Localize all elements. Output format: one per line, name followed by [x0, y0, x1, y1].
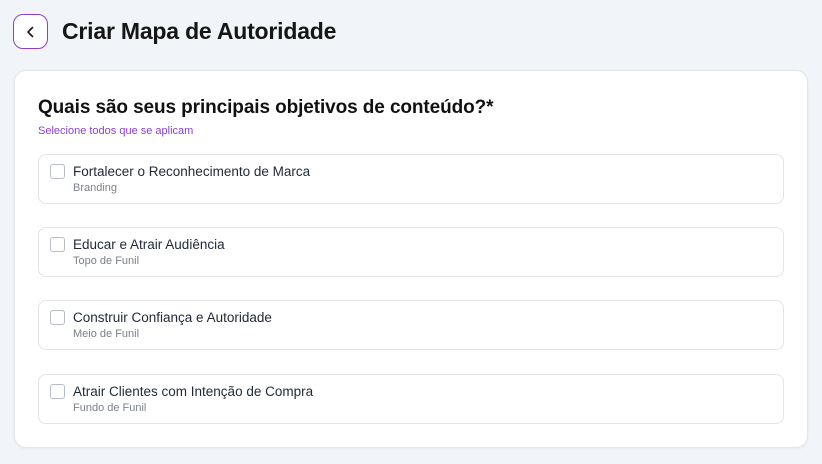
question-title: Quais são seus principais objetivos de c… — [38, 97, 494, 119]
option-fundo-de-funil[interactable]: Atrair Clientes com Intenção de Compra F… — [38, 374, 784, 424]
checkbox[interactable] — [50, 310, 65, 325]
back-button[interactable] — [13, 14, 48, 49]
objectives-card: Quais são seus principais objetivos de c… — [14, 70, 808, 448]
option-sublabel: Topo de Funil — [73, 255, 140, 267]
option-sublabel: Fundo de Funil — [73, 402, 147, 414]
option-meio-de-funil[interactable]: Construir Confiança e Autoridade Meio de… — [38, 300, 784, 350]
checkbox[interactable] — [50, 384, 65, 399]
page-title: Criar Mapa de Autoridade — [62, 18, 337, 44]
option-label: Educar e Atrair Audiência — [73, 237, 225, 252]
checkbox[interactable] — [50, 237, 65, 252]
chevron-left-icon — [26, 26, 33, 37]
page-header: Criar Mapa de Autoridade — [13, 14, 336, 49]
question-text: Quais são seus principais objetivos de c… — [38, 97, 487, 118]
option-topo-de-funil[interactable]: Educar e Atrair Audiência Topo de Funil — [38, 227, 784, 277]
question-hint: Selecione todos que se aplicam — [38, 125, 194, 137]
option-branding[interactable]: Fortalecer o Reconhecimento de Marca Bra… — [38, 154, 784, 204]
option-label: Atrair Clientes com Intenção de Compra — [73, 384, 314, 399]
required-marker: * — [486, 97, 494, 118]
option-label: Construir Confiança e Autoridade — [73, 310, 272, 325]
option-sublabel: Meio de Funil — [73, 328, 140, 340]
option-label: Fortalecer o Reconhecimento de Marca — [73, 164, 311, 179]
checkbox[interactable] — [50, 164, 65, 179]
option-sublabel: Branding — [73, 182, 118, 194]
